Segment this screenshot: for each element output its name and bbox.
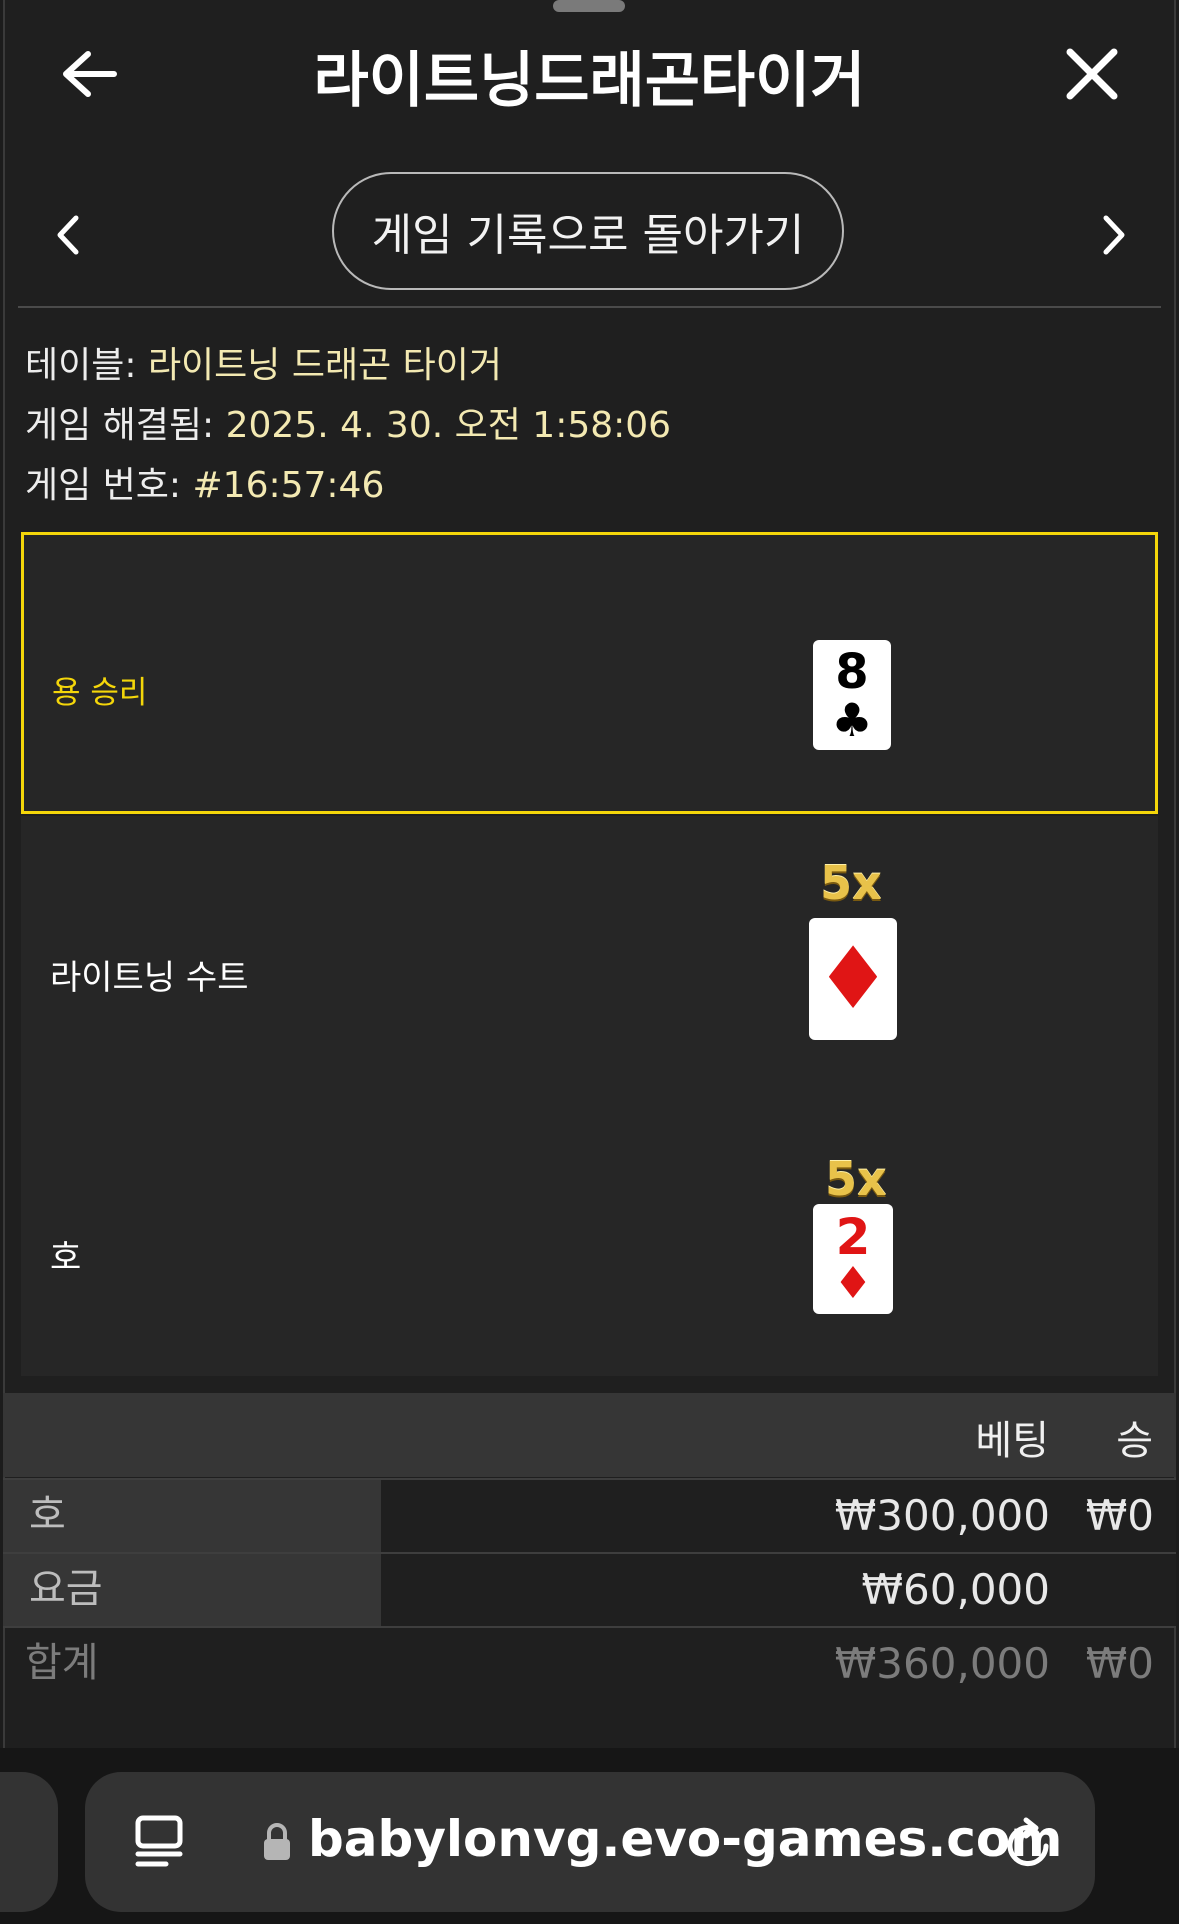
result-label: 용 승리 xyxy=(52,675,148,711)
multiplier-badge: 5x xyxy=(825,1152,887,1206)
close-icon[interactable] xyxy=(1062,44,1122,104)
win-amount: ₩0 xyxy=(1085,1491,1154,1540)
address-url: babylonvg.evo-games.com xyxy=(308,1810,1063,1868)
result-label: 라이트닝 수트 xyxy=(50,958,249,998)
result-row-dragon-win xyxy=(21,532,1158,814)
game-number-label: 게임 번호: xyxy=(25,465,193,506)
card-suit-icon: ♦ xyxy=(814,929,892,1029)
bets-table-row: 요금 ₩60,000 xyxy=(3,1552,1176,1626)
game-number-info: 게임 번호: #16:57:46 xyxy=(25,456,384,508)
previous-game-chevron-icon[interactable] xyxy=(48,210,88,260)
reader-mode-icon[interactable] xyxy=(134,1814,184,1870)
column-header-bet: 베팅 xyxy=(975,1418,1049,1464)
card-rank: 8 xyxy=(835,644,869,700)
playing-card: 2 ♦ xyxy=(813,1204,893,1314)
sheet-grab-handle[interactable] xyxy=(553,0,625,12)
bet-amount: ₩60,000 xyxy=(861,1565,1051,1614)
total-win-amount: ₩0 xyxy=(1085,1639,1154,1688)
table-info-label: 테이블: xyxy=(25,345,148,386)
next-game-chevron-icon[interactable] xyxy=(1094,210,1134,260)
page-title: 라이트닝드래곤타이거 xyxy=(313,46,866,116)
result-label: 호 xyxy=(50,1238,82,1278)
previous-tab-pill[interactable] xyxy=(0,1772,58,1912)
bet-row-label: 호 xyxy=(3,1480,381,1552)
total-bet-amount: ₩360,000 xyxy=(834,1639,1050,1688)
playing-card: 8 ♣ xyxy=(813,640,891,750)
bet-row-label: 요금 xyxy=(3,1554,381,1626)
results-panel xyxy=(21,816,1158,1376)
lightning-suit-card: ♦ xyxy=(809,918,897,1040)
total-label: 합계 xyxy=(25,1640,99,1686)
table-info: 테이블: 라이트닝 드래곤 타이거 xyxy=(25,336,502,388)
header-divider xyxy=(18,306,1161,308)
lock-icon xyxy=(264,1823,290,1860)
card-rank: 2 xyxy=(835,1208,871,1266)
multiplier-badge: 5x xyxy=(820,856,882,910)
table-info-value: 라이트닝 드래곤 타이거 xyxy=(147,345,503,386)
reload-icon[interactable] xyxy=(1002,1816,1056,1872)
resolved-info-label: 게임 해결됨: xyxy=(25,405,226,446)
bets-table-row: 호 ₩300,000 ₩0 xyxy=(3,1478,1176,1552)
bets-total-row: 합계 ₩360,000 ₩0 xyxy=(3,1626,1176,1700)
resolved-info-value: 2025. 4. 30. 오전 1:58:06 xyxy=(225,405,672,446)
bet-amount: ₩300,000 xyxy=(834,1491,1050,1540)
card-suit-icon: ♣ xyxy=(831,693,873,747)
resolved-info: 게임 해결됨: 2025. 4. 30. 오전 1:58:06 xyxy=(25,396,671,448)
back-to-history-button[interactable]: 게임 기록으로 돌아가기 xyxy=(332,172,844,290)
card-suit-icon: ♦ xyxy=(833,1258,873,1309)
game-number-value: #16:57:46 xyxy=(192,465,385,506)
column-header-win: 승 xyxy=(1116,1418,1153,1464)
